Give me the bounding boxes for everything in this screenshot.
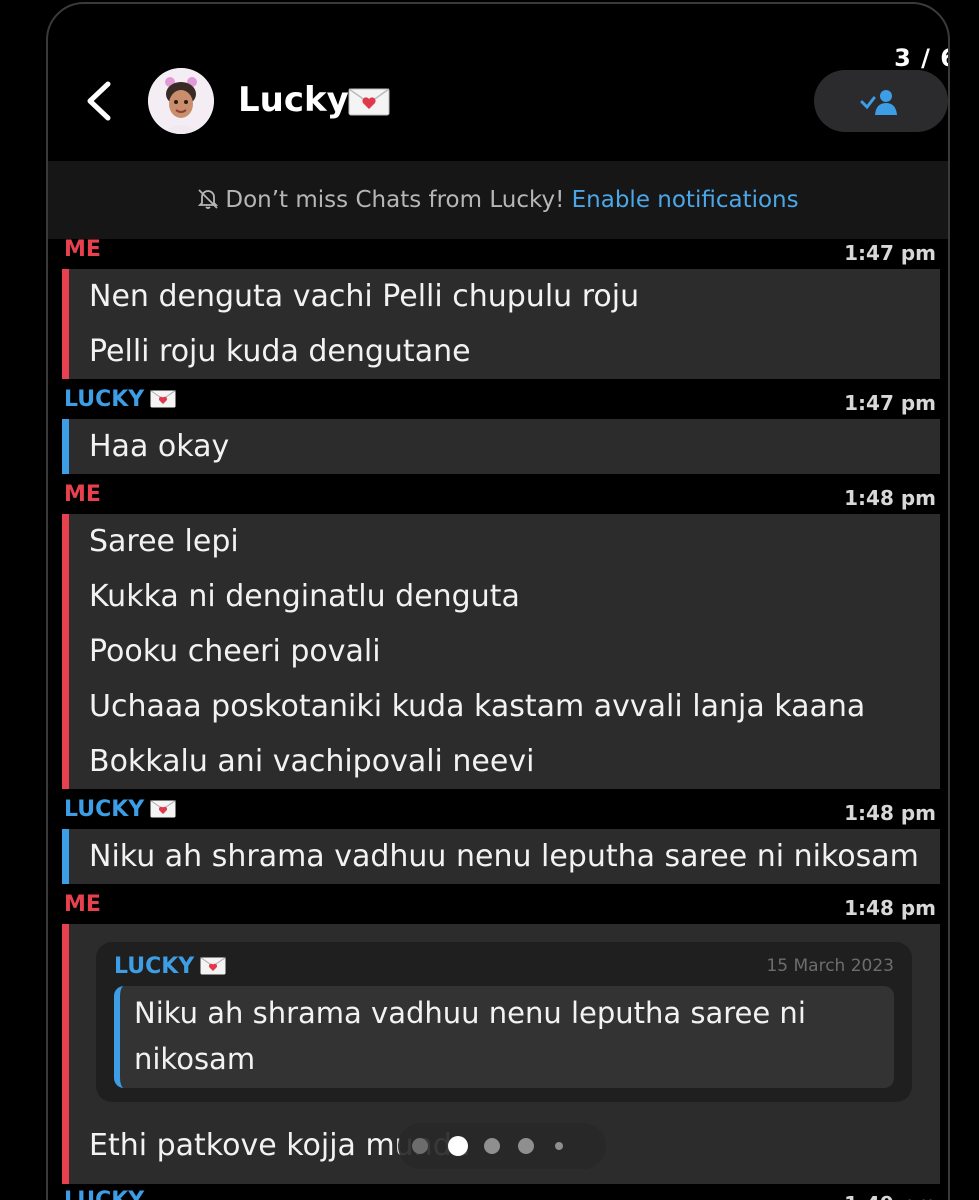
friend-check-icon (860, 90, 897, 115)
love-letter-icon (348, 88, 390, 116)
chat-title[interactable]: Lucky (238, 80, 349, 120)
message-text[interactable]: Saree lepi (69, 514, 940, 569)
quote-text: Niku ah shrama vadhuu nenu leputha saree… (134, 996, 806, 1030)
message-text[interactable]: Bokkalu ani vachipovali neevi (69, 734, 940, 789)
pager-dot-active[interactable] (448, 1136, 468, 1156)
pager-dot[interactable] (555, 1142, 563, 1150)
love-letter-icon (150, 800, 177, 818)
quote-body: Niku ah shrama vadhuu nenu leputha saree… (114, 986, 894, 1088)
pager-dot[interactable] (518, 1138, 534, 1154)
pager-dot[interactable] (484, 1138, 500, 1154)
screen: Lucky 3 / 6 Don’t miss Chats from Lucky!… (0, 0, 979, 1200)
sender-label: ME (64, 237, 101, 262)
pager-dot[interactable] (412, 1138, 428, 1154)
message-time: 1:47 pm (844, 391, 936, 415)
sender-label: ME (64, 482, 101, 507)
message-group: Haa okay (62, 419, 940, 474)
message-text[interactable]: Pelli roju kuda dengutane (69, 324, 940, 379)
quoted-message[interactable]: LUCKY 15 March 2023 Niku ah shrama vadhu… (96, 942, 912, 1102)
message-time: 1:48 pm (844, 486, 936, 510)
sender-name: LUCKY (64, 1188, 144, 1200)
message-text[interactable]: Pooku cheeri povali (69, 624, 940, 679)
message-text[interactable]: Niku ah shrama vadhuu nenu leputha saree… (69, 829, 940, 884)
love-letter-icon (150, 390, 177, 408)
bell-off-icon (198, 189, 219, 209)
sender-label: ME (64, 892, 101, 917)
quote-text: nikosam (134, 1042, 256, 1076)
quote-date: 15 March 2023 (766, 956, 894, 976)
message-group: Nen denguta vachi Pelli chupulu roju Pel… (62, 269, 940, 379)
message-time: 1:47 pm (844, 241, 936, 265)
sender-name: LUCKY (64, 387, 145, 412)
message-group: Saree lepi Kukka ni denginatlu denguta P… (62, 514, 940, 789)
message-time: 1:48 pm (844, 896, 936, 920)
sender-label: LUCKY (64, 1188, 144, 1200)
sender-name: LUCKY (64, 797, 145, 822)
page-counter: 3 / 6 (894, 44, 948, 72)
quote-sender: LUCKY (114, 954, 227, 979)
sender-label: LUCKY (64, 797, 177, 822)
message-text[interactable]: Nen denguta vachi Pelli chupulu roju (69, 269, 940, 324)
message-text[interactable]: Haa okay (69, 419, 940, 474)
quote-sender-name: LUCKY (114, 954, 195, 979)
phone-frame: Lucky 3 / 6 Don’t miss Chats from Lucky!… (46, 2, 950, 1200)
enable-notifications-link[interactable]: Enable notifications (572, 187, 799, 213)
bitmoji-avatar-icon (148, 68, 214, 134)
notification-text: Don’t miss Chats from Lucky! (225, 187, 565, 213)
sender-label: LUCKY (64, 387, 177, 412)
back-chevron-icon[interactable] (78, 78, 118, 124)
message-time: 1:49 pm (844, 1192, 936, 1200)
message-text[interactable]: Kukka ni denginatlu denguta (69, 569, 940, 624)
love-letter-icon (200, 957, 227, 975)
avatar[interactable] (148, 68, 214, 134)
message-group: Niku ah shrama vadhuu nenu leputha saree… (62, 829, 940, 884)
notification-banner: Don’t miss Chats from Lucky! Enable noti… (48, 161, 948, 239)
carousel-pager[interactable] (398, 1123, 606, 1169)
message-text[interactable]: Uchaaa poskotaniki kuda kastam avvali la… (69, 679, 940, 734)
chat-header: Lucky (48, 4, 948, 160)
message-time: 1:48 pm (844, 801, 936, 825)
